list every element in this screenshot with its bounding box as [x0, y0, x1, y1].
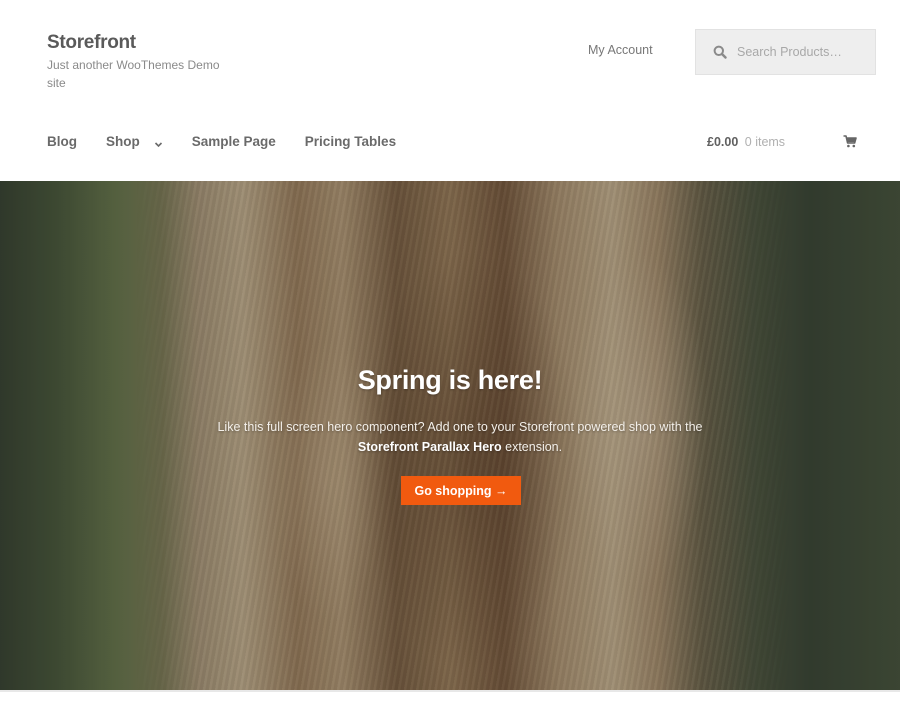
- chevron-down-icon[interactable]: [154, 137, 163, 148]
- search-icon[interactable]: [713, 45, 727, 59]
- nav-item-label: Sample Page: [191, 134, 276, 149]
- hero-description: Like this full screen hero component? Ad…: [210, 417, 710, 457]
- hero-text-extension-name: Storefront Parallax Hero: [357, 440, 502, 454]
- nav-item-shop[interactable]: Shop: [106, 134, 163, 149]
- cart-contents-link[interactable]: £0.00 0 items: [707, 135, 785, 149]
- cart-item-count: 0 items: [744, 135, 786, 149]
- my-account-link[interactable]: My Account: [588, 43, 653, 57]
- search-input[interactable]: [737, 45, 857, 59]
- hero-text-before: Like this full screen hero component? Ad…: [217, 420, 703, 434]
- product-search-form: [695, 29, 876, 75]
- site-title-link[interactable]: Storefront: [47, 32, 237, 54]
- nav-item-sample-page[interactable]: Sample Page: [192, 134, 276, 149]
- nav-item-pricing-tables[interactable]: Pricing Tables: [305, 134, 396, 149]
- nav-item-label: Blog: [47, 134, 77, 149]
- nav-item-label: Shop: [106, 134, 140, 149]
- go-shopping-button[interactable]: Go shopping →: [401, 476, 521, 505]
- hero-bottom-divider: [0, 690, 900, 692]
- hero-text-after: extension.: [501, 440, 563, 454]
- nav-item-blog[interactable]: Blog: [47, 134, 77, 149]
- cart-amount: £0.00: [707, 135, 739, 149]
- site-description: Just another WooThemes Demo site: [47, 58, 220, 90]
- primary-navigation: Blog Shop Sample Page Pricing Tables: [47, 134, 425, 149]
- hero-section: Spring is here! Like this full screen he…: [0, 181, 900, 690]
- site-header: Storefront Just another WooThemes Demo s…: [0, 0, 900, 181]
- hero-title: Spring is here!: [357, 365, 543, 395]
- cart-icon[interactable]: [843, 135, 857, 148]
- site-branding: Storefront Just another WooThemes Demo s…: [47, 32, 237, 92]
- nav-item-label: Pricing Tables: [304, 134, 397, 149]
